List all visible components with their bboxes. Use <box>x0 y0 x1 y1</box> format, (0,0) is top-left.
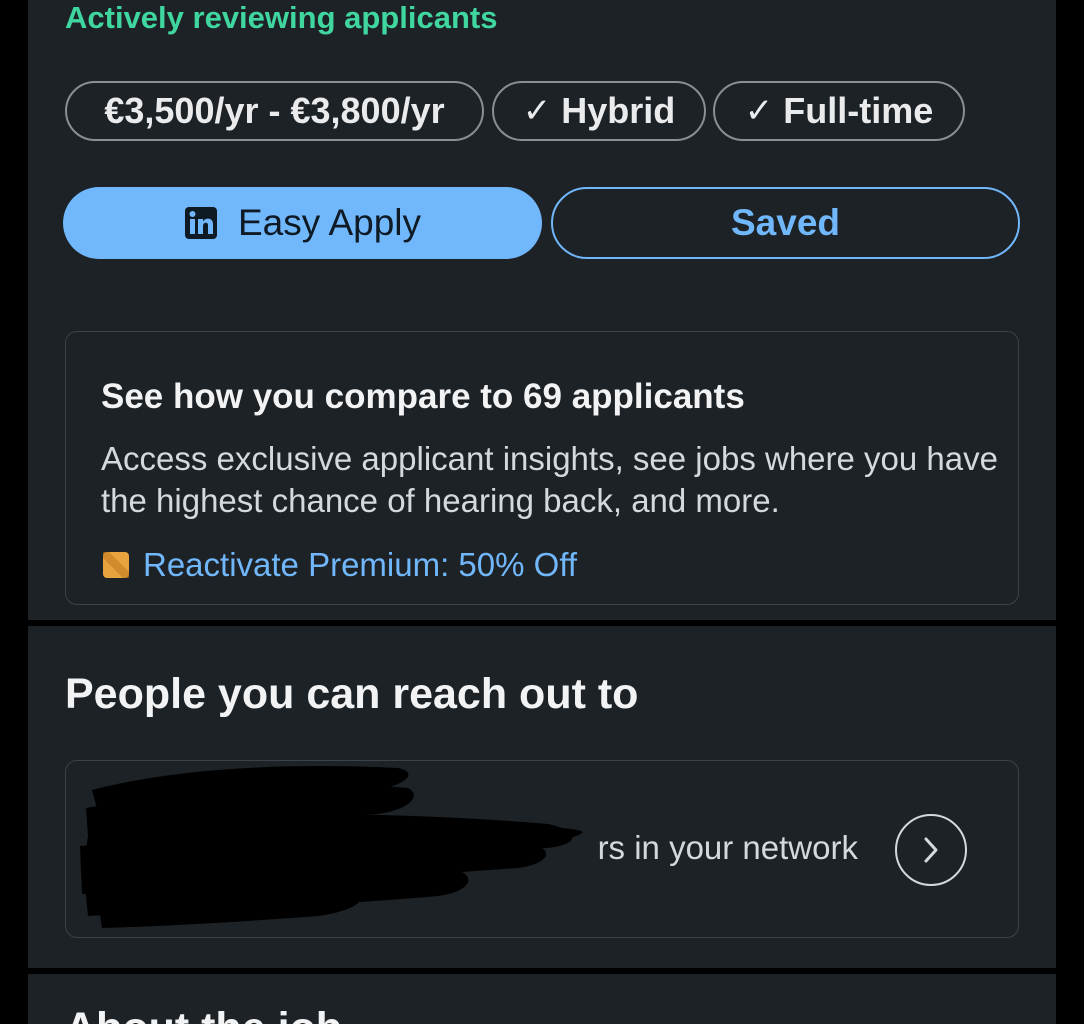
premium-badge-icon <box>103 552 129 578</box>
about-section-title: About the job <box>65 1004 342 1024</box>
premium-card-title: See how you compare to 69 applicants <box>101 377 745 416</box>
reactivate-premium-label: Reactivate Premium: 50% Off <box>143 546 578 583</box>
easy-apply-label: Easy Apply <box>237 202 422 243</box>
job-details-screen: Actively reviewing applicants €3,500/yr … <box>0 0 1084 1024</box>
people-section-title: People you can reach out to <box>65 670 639 718</box>
employment-type-chip: ✓ Full-time <box>713 81 965 141</box>
hiring-status: Actively reviewing applicants <box>65 0 498 35</box>
network-connections-text: rs in your network <box>597 829 858 866</box>
salary-chip: €3,500/yr - €3,800/yr <box>65 81 484 141</box>
easy-apply-button[interactable]: Easy Apply <box>63 187 542 259</box>
salary-label: €3,500/yr - €3,800/yr <box>104 90 445 131</box>
reactivate-premium-link[interactable]: Reactivate Premium: 50% Off <box>103 546 577 584</box>
premium-insights-card: See how you compare to 69 applicants Acc… <box>65 331 1019 605</box>
premium-card-body: Access exclusive applicant insights, see… <box>101 440 998 519</box>
network-next-button[interactable] <box>895 814 967 886</box>
saved-label: Saved <box>730 202 840 243</box>
check-icon: ✓ <box>522 92 552 130</box>
chevron-right-icon <box>924 837 938 863</box>
saved-button[interactable]: Saved <box>551 187 1020 259</box>
employment-type-label: Full-time <box>783 90 934 131</box>
workplace-label: Hybrid <box>561 90 676 131</box>
redaction-scribble <box>80 766 583 928</box>
check-icon: ✓ <box>744 92 774 130</box>
workplace-chip: ✓ Hybrid <box>492 81 706 141</box>
linkedin-icon <box>184 207 217 239</box>
